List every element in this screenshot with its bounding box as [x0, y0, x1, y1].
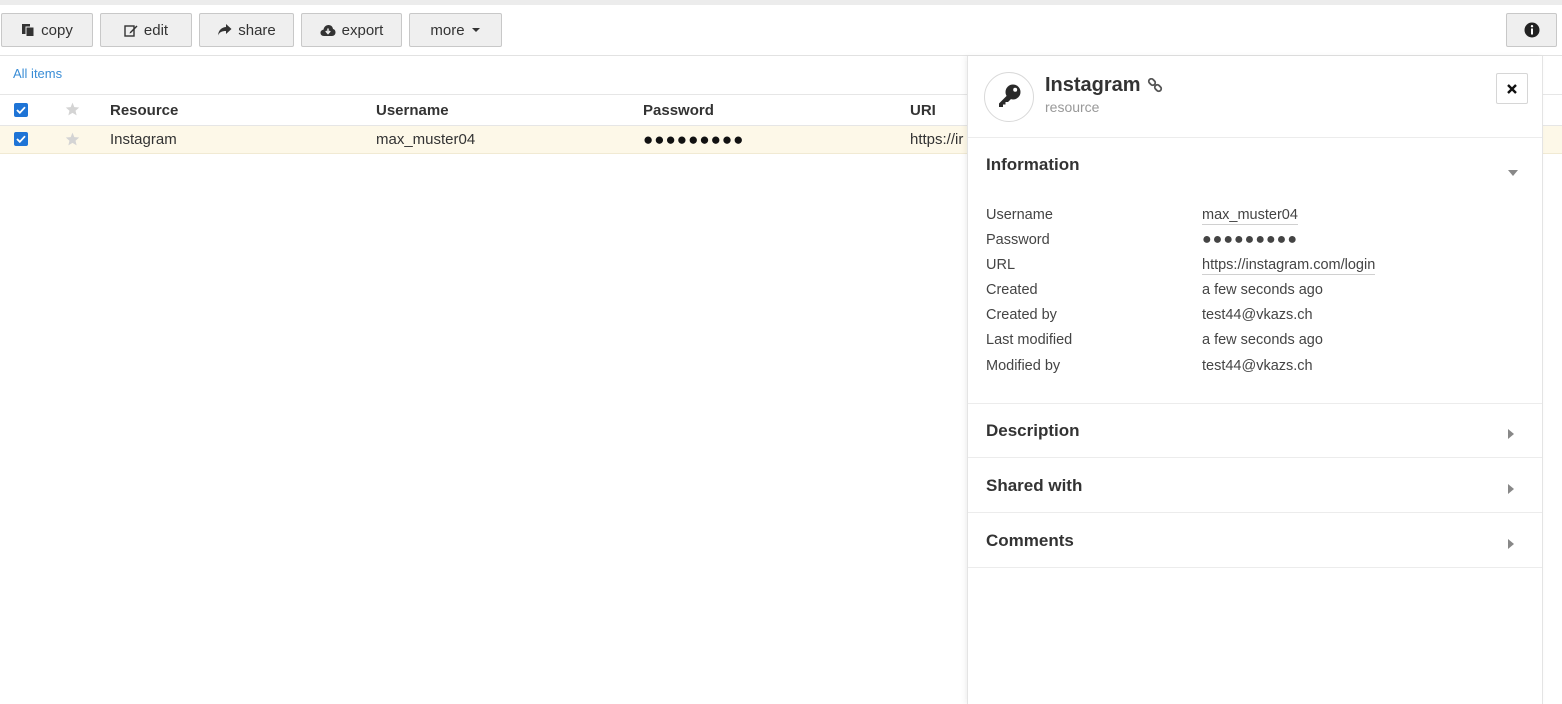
info-icon — [1524, 22, 1540, 38]
panel-subtitle: resource — [1045, 99, 1100, 115]
edit-button[interactable]: edit — [100, 13, 192, 47]
cell-uri[interactable]: https://ir — [910, 126, 963, 153]
caret-down-icon[interactable] — [1508, 163, 1518, 179]
caret-right-icon[interactable] — [1508, 536, 1514, 552]
info-label: Last modified — [986, 332, 1073, 348]
info-label: Modified by — [986, 358, 1061, 374]
edit-icon — [124, 23, 138, 37]
action-toolbar: copy edit share export more — [0, 5, 1562, 56]
share-button[interactable]: share — [199, 13, 294, 47]
info-value-username[interactable]: max_muster04 — [1202, 207, 1298, 225]
row-checkbox[interactable] — [14, 132, 28, 146]
cell-password[interactable]: ●●●●●●●●● — [643, 126, 744, 153]
info-toggle-button[interactable] — [1506, 13, 1557, 47]
info-label: Created — [986, 282, 1038, 298]
info-row-last-modified: Last modified a few seconds ago — [986, 332, 1526, 354]
info-label: Username — [986, 207, 1053, 223]
resource-avatar — [984, 72, 1034, 122]
key-icon — [996, 83, 1022, 112]
favorite-star-icon[interactable] — [65, 132, 80, 149]
panel-title: Instagram — [1045, 74, 1141, 96]
info-value-created: a few seconds ago — [1202, 282, 1323, 298]
info-row-created-by: Created by test44@vkazs.ch — [986, 307, 1526, 329]
info-label: URL — [986, 257, 1016, 273]
info-row-url: URL https://instagram.com/login — [986, 257, 1526, 279]
info-value-created-by: test44@vkazs.ch — [1202, 307, 1313, 323]
export-label: export — [341, 21, 384, 39]
close-panel-button[interactable] — [1496, 73, 1528, 104]
panel-header: Instagram resource — [968, 56, 1542, 138]
more-label: more — [430, 21, 465, 39]
column-header-password[interactable]: Password — [643, 95, 714, 125]
section-title-comments[interactable]: Comments — [986, 531, 1074, 551]
cloud-download-icon — [320, 24, 336, 37]
breadcrumb-all-items[interactable]: All items — [13, 66, 62, 81]
resource-details-panel: Instagram resource Information Username … — [967, 56, 1543, 704]
divider — [968, 457, 1542, 458]
info-label: Password — [986, 232, 1050, 248]
close-icon — [1507, 81, 1517, 97]
column-header-resource[interactable]: Resource — [110, 95, 178, 125]
section-title-information[interactable]: Information — [986, 155, 1080, 175]
section-title-shared-with[interactable]: Shared with — [986, 476, 1082, 496]
info-value-password[interactable]: ●●●●●●●●● — [1202, 231, 1298, 249]
caret-right-icon[interactable] — [1508, 481, 1514, 497]
caret-down-icon — [471, 27, 481, 33]
divider — [968, 512, 1542, 513]
caret-right-icon[interactable] — [1508, 426, 1514, 442]
column-header-username[interactable]: Username — [376, 95, 449, 125]
info-row-created: Created a few seconds ago — [986, 282, 1526, 304]
info-row-modified-by: Modified by test44@vkazs.ch — [986, 358, 1526, 380]
copy-icon — [21, 23, 35, 37]
info-value-url[interactable]: https://instagram.com/login — [1202, 257, 1376, 275]
divider — [968, 403, 1542, 404]
copy-button[interactable]: copy — [1, 13, 93, 47]
cell-username[interactable]: max_muster04 — [376, 126, 475, 153]
divider — [968, 567, 1542, 568]
permalink-icon[interactable] — [1147, 77, 1163, 97]
info-value-last-modified: a few seconds ago — [1202, 332, 1323, 348]
info-value-modified-by: test44@vkazs.ch — [1202, 358, 1313, 374]
section-title-description[interactable]: Description — [986, 421, 1080, 441]
star-header-icon — [65, 102, 80, 119]
cell-resource: Instagram — [110, 131, 177, 148]
copy-label: copy — [41, 21, 73, 39]
share-icon — [217, 23, 232, 37]
select-all-checkbox[interactable] — [14, 103, 28, 117]
edit-label: edit — [143, 21, 169, 39]
more-dropdown-button[interactable]: more — [409, 13, 502, 47]
info-row-username: Username max_muster04 — [986, 207, 1526, 229]
info-row-password: Password ●●●●●●●●● — [986, 231, 1526, 254]
column-header-uri[interactable]: URI — [910, 95, 936, 125]
share-label: share — [238, 21, 276, 39]
export-button[interactable]: export — [301, 13, 402, 47]
info-label: Created by — [986, 307, 1057, 323]
